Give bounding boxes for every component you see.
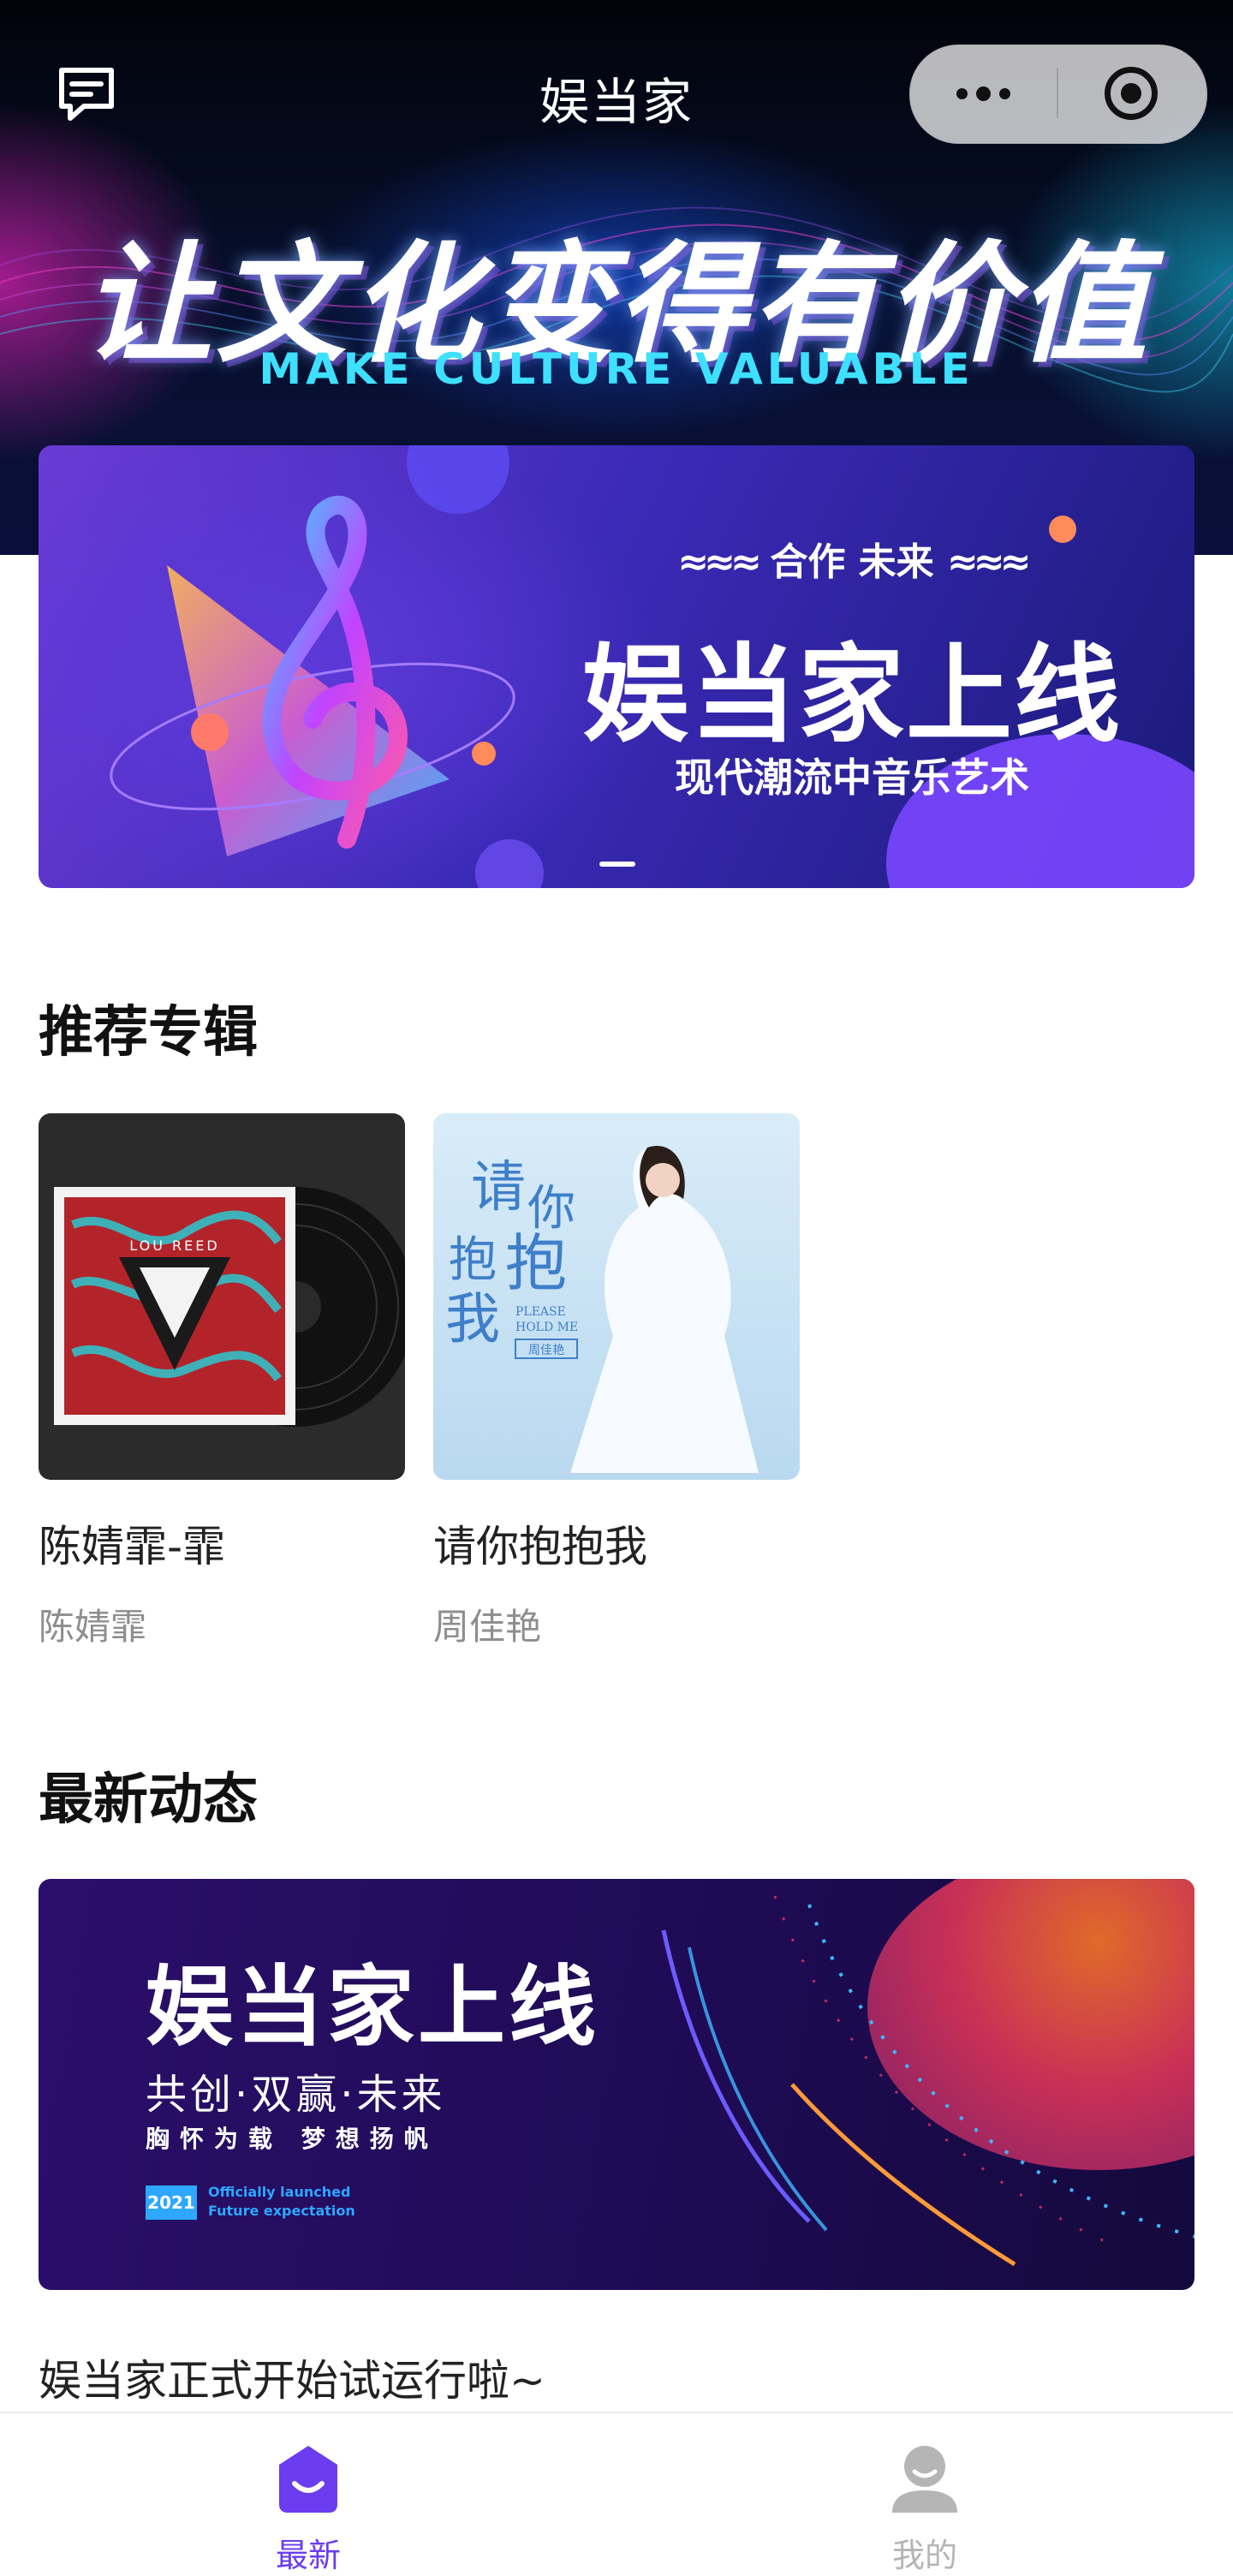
banner-subtitle: 现代潮流中音乐艺术: [675, 754, 1029, 801]
svg-text:PLEASE: PLEASE: [515, 1305, 566, 1319]
tab-latest[interactable]: 最新: [0, 2413, 616, 2576]
treble-clef-illustration: [110, 495, 515, 856]
capsule-divider: [1057, 69, 1058, 118]
bottom-tab-bar: 最新 我的: [0, 2412, 1233, 2576]
home-smile-icon: [279, 2446, 337, 2513]
banner-tagline: ≈≈≈ 合作 未来 ≈≈≈: [677, 540, 1031, 584]
news-card-image[interactable]: 娱当家上线 共创·双赢·未来 胸怀为载 梦想扬帆 2021 Officially…: [39, 1879, 1194, 2290]
svg-text:请: 请: [471, 1156, 526, 1219]
more-options-icon[interactable]: [909, 45, 1057, 142]
news-year-badge: 2021: [146, 2185, 197, 2220]
tab-mine[interactable]: 我的: [616, 2413, 1233, 2576]
news-caption[interactable]: 娱当家正式开始试运行啦~: [39, 2346, 545, 2408]
section-title-news: 最新动态: [39, 1768, 258, 1832]
news-tag: Officially launched: [208, 2184, 351, 2200]
navigation-bar: 娱当家: [0, 0, 1233, 188]
user-icon: [892, 2446, 957, 2513]
news-card-subtitle: 共创·双赢·未来: [146, 2071, 446, 2119]
svg-text:抱: 抱: [449, 1232, 497, 1288]
svg-text:我: 我: [445, 1288, 500, 1351]
album-artist: 周佳艳: [433, 1606, 542, 1648]
tab-label: 我的: [891, 2537, 957, 2574]
carousel-indicator: [599, 862, 635, 867]
album-card[interactable]: LOU REED 陈婧霏-霏 陈婧霏: [39, 1113, 405, 1650]
tab-label: 最新: [275, 2537, 341, 2574]
album-name: 请你抱抱我: [433, 1522, 647, 1571]
album-cover: 请 你 抱 抱 我 PLEASE HOLD ME 周佳艳: [433, 1113, 800, 1480]
news-card-title: 娱当家上线: [146, 1957, 599, 2059]
svg-text:HOLD ME: HOLD ME: [515, 1321, 578, 1334]
album-card[interactable]: 请 你 抱 抱 我 PLEASE HOLD ME 周佳艳 请你抱抱我 周佳艳: [433, 1113, 800, 1650]
album-artist: 陈婧霏: [39, 1606, 147, 1648]
news-card-slogan: 胸怀为载 梦想扬帆: [146, 2125, 438, 2153]
news-tag: Future expectation: [208, 2203, 355, 2219]
svg-text:LOU REED: LOU REED: [129, 1237, 219, 1254]
svg-text:抱: 抱: [505, 1227, 567, 1299]
svg-text:周佳艳: 周佳艳: [528, 1344, 564, 1357]
header-slogan-english: MAKE CULTURE VALUABLE: [259, 344, 974, 394]
album-name: 陈婧霏-霏: [39, 1522, 226, 1571]
close-miniprogram-icon[interactable]: [1105, 67, 1158, 120]
section-title-albums: 推荐专辑: [39, 1001, 258, 1064]
album-cover: LOU REED: [39, 1113, 405, 1480]
banner-title: 娱当家上线: [581, 634, 1122, 757]
banner-carousel[interactable]: ≈≈≈ 合作 未来 ≈≈≈ 娱当家上线 现代潮流中音乐艺术: [39, 445, 1194, 888]
